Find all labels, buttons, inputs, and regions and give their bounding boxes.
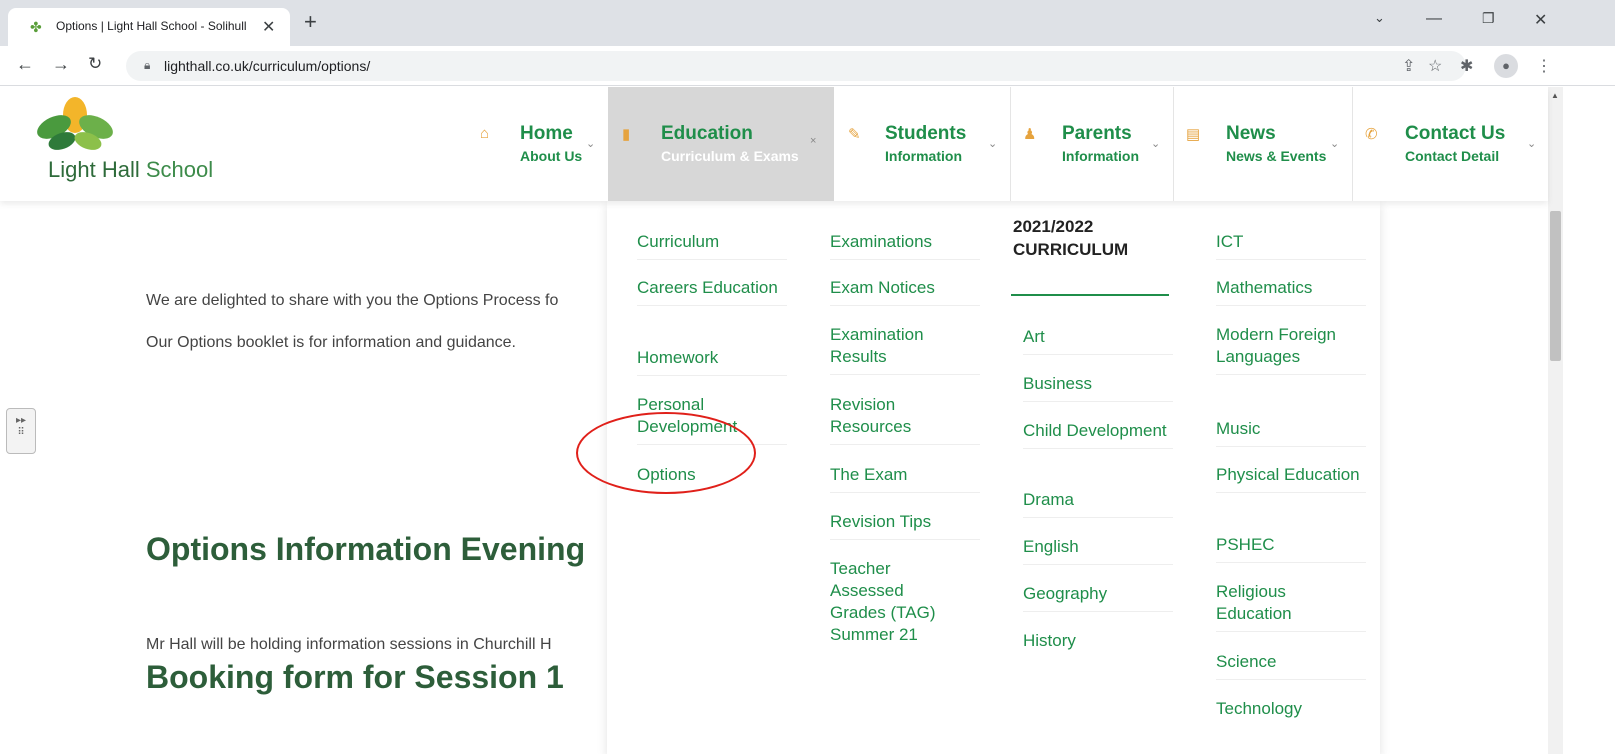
booklet-paragraph: Our Options booklet is for information a… bbox=[146, 334, 516, 351]
menu-link-music[interactable]: Music bbox=[1216, 418, 1366, 447]
double-arrow-icon: ▸▸ bbox=[15, 415, 27, 426]
browser-toolbar: ← → ↻ 🔒︎ lighthall.co.uk/curriculum/opti… bbox=[0, 46, 1615, 86]
home-icon: ⌂ bbox=[480, 125, 490, 142]
logo-text: Light Hall School bbox=[48, 157, 214, 182]
chevron-down-icon: ⌄ bbox=[1151, 138, 1161, 150]
menu-link-drama[interactable]: Drama bbox=[1023, 489, 1173, 518]
extensions-icon[interactable]: ✱ bbox=[1460, 56, 1473, 76]
menu-link-examinations[interactable]: Examinations bbox=[830, 231, 980, 260]
menu-link-mathematics[interactable]: Mathematics bbox=[1216, 277, 1366, 306]
menu-link-physical-education[interactable]: Physical Education bbox=[1216, 464, 1366, 493]
menu-link-homework[interactable]: Homework bbox=[637, 347, 787, 376]
url-text: lighthall.co.uk/curriculum/options/ bbox=[164, 58, 371, 74]
chevron-down-icon: ⌄ bbox=[1527, 138, 1537, 150]
nav-item-students[interactable]: ✎ Students Information ⌄ bbox=[834, 87, 1010, 201]
menu-link-geography[interactable]: Geography bbox=[1023, 583, 1173, 612]
highlight-circle-annotation bbox=[576, 412, 756, 494]
nav-item-home[interactable]: ⌂ Home About Us ⌄ bbox=[470, 87, 608, 201]
grip-icon: ⠿ bbox=[17, 427, 25, 438]
new-tab-icon[interactable]: + bbox=[304, 11, 317, 33]
chevron-down-icon: ⌄ bbox=[586, 138, 596, 150]
heading-booking-form: Booking form for Session 1 bbox=[146, 659, 564, 695]
restore-icon[interactable]: ❐ bbox=[1482, 10, 1495, 27]
pencil-icon: ✎ bbox=[848, 126, 861, 143]
close-tab-icon[interactable]: ✕ bbox=[262, 17, 275, 37]
menu-link-pshec[interactable]: PSHEC bbox=[1216, 534, 1366, 563]
close-window-icon[interactable]: ✕ bbox=[1534, 10, 1547, 30]
reload-icon[interactable]: ↻ bbox=[88, 54, 102, 74]
bookmark-star-icon[interactable]: ☆ bbox=[1428, 56, 1442, 76]
browser-tabbar: ✤ Options | Light Hall School - Solihull… bbox=[0, 0, 1615, 46]
browser-tab[interactable]: ✤ Options | Light Hall School - Solihull… bbox=[8, 8, 290, 46]
menu-link-revision-tips[interactable]: Revision Tips bbox=[830, 511, 980, 540]
scroll-thumb[interactable] bbox=[1550, 211, 1561, 361]
document-icon: ▤ bbox=[1186, 126, 1201, 143]
forward-icon[interactable]: → bbox=[52, 54, 70, 75]
book-icon: ▮ bbox=[622, 126, 631, 143]
menu-link-religious-education[interactable]: Religious Education bbox=[1216, 581, 1366, 632]
tab-title: Options | Light Hall School - Solihull bbox=[56, 19, 247, 33]
menu-link-business[interactable]: Business bbox=[1023, 373, 1173, 402]
menu-link-careers-education[interactable]: Careers Education bbox=[637, 277, 787, 306]
phone-icon: ✆ bbox=[1365, 126, 1378, 143]
menu-link-curriculum[interactable]: Curriculum bbox=[637, 231, 787, 260]
nav-item-parents[interactable]: ♟ Parents Information ⌄ bbox=[1011, 87, 1173, 201]
menu-link-examination-results[interactable]: Examination Results bbox=[830, 324, 980, 375]
page-scrollbar[interactable]: ▲ bbox=[1548, 87, 1563, 754]
menu-link-teacher-assessed-grades[interactable]: Teacher Assessed Grades (TAG) Summer 21 bbox=[830, 558, 960, 652]
menu-link-the-exam[interactable]: The Exam bbox=[830, 464, 980, 493]
nav-item-education[interactable]: ▮ Education Curriculum & Exams × bbox=[608, 87, 834, 201]
close-icon[interactable]: × bbox=[810, 135, 816, 147]
menu-link-revision-resources[interactable]: Revision Resources bbox=[830, 394, 980, 445]
curriculum-heading-underline bbox=[1011, 294, 1169, 296]
leaf-favicon-icon: ✤ bbox=[30, 19, 42, 35]
chevron-down-icon: ⌄ bbox=[1330, 138, 1340, 150]
menu-link-art[interactable]: Art bbox=[1023, 326, 1173, 355]
menu-kebab-icon[interactable]: ⋮ bbox=[1536, 56, 1552, 76]
heading-options-evening: Options Information Evening bbox=[146, 531, 586, 567]
menu-link-exam-notices[interactable]: Exam Notices bbox=[830, 277, 980, 306]
sessions-paragraph: Mr Hall will be holding information sess… bbox=[146, 636, 552, 653]
tab-search-icon[interactable]: ⌄ bbox=[1374, 10, 1385, 26]
nav-item-news[interactable]: ▤ News News & Events ⌄ bbox=[1174, 87, 1352, 201]
menu-link-science[interactable]: Science bbox=[1216, 651, 1366, 680]
share-icon[interactable]: ⇪ bbox=[1402, 56, 1415, 76]
curriculum-heading: 2021/2022 CURRICULUM bbox=[1013, 217, 1129, 259]
leaf-logo-icon bbox=[37, 97, 113, 150]
scroll-up-arrow-icon[interactable]: ▲ bbox=[1551, 91, 1559, 100]
nav-item-contact-us[interactable]: ✆ Contact Us Contact Detail ⌄ bbox=[1353, 87, 1543, 201]
site-header: Light Hall School ⌂ Home About Us ⌄ ▮ Ed… bbox=[0, 87, 1548, 201]
chevron-down-icon: ⌄ bbox=[988, 138, 998, 150]
menu-link-technology[interactable]: Technology bbox=[1216, 698, 1366, 726]
menu-link-modern-foreign-languages[interactable]: Modern Foreign Languages bbox=[1216, 324, 1366, 375]
school-logo[interactable]: Light Hall School bbox=[30, 97, 280, 187]
side-panel-handle[interactable]: ▸▸ ⠿ bbox=[6, 408, 36, 454]
page-viewport: Light Hall School ⌂ Home About Us ⌄ ▮ Ed… bbox=[0, 87, 1615, 754]
menu-link-ict[interactable]: ICT bbox=[1216, 231, 1366, 260]
menu-link-child-development[interactable]: Child Development bbox=[1023, 420, 1173, 449]
back-icon[interactable]: ← bbox=[16, 54, 34, 75]
address-bar[interactable]: 🔒︎ lighthall.co.uk/curriculum/options/ bbox=[126, 51, 1466, 81]
person-icon: ♟ bbox=[1023, 126, 1037, 143]
menu-link-english[interactable]: English bbox=[1023, 536, 1173, 565]
profile-avatar-icon[interactable]: ● bbox=[1494, 54, 1518, 78]
minimize-icon[interactable]: — bbox=[1426, 10, 1442, 28]
menu-link-history[interactable]: History bbox=[1023, 630, 1173, 658]
intro-paragraph: We are delighted to share with you the O… bbox=[146, 292, 559, 309]
lock-icon: 🔒︎ bbox=[144, 58, 151, 72]
